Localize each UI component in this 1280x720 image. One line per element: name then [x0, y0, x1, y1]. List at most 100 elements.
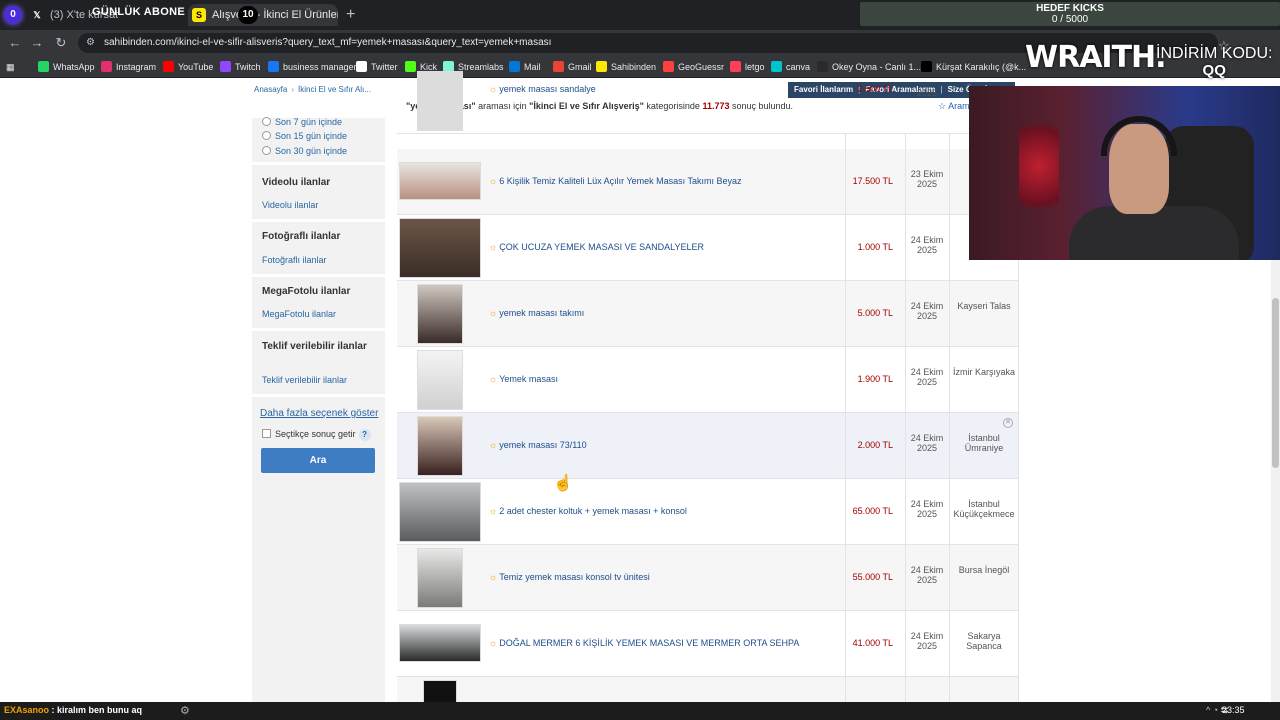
breadcrumb-home[interactable]: Anasayfa: [254, 85, 287, 94]
radio-last-30-days[interactable]: Son 30 gün içinde: [262, 145, 347, 157]
background-decor: [1019, 106, 1059, 226]
listing-title[interactable]: Yemek masası: [489, 374, 558, 384]
listing-date: 24 Ekim 2025: [910, 631, 944, 651]
bookmark-instagram[interactable]: Instagram: [101, 60, 156, 74]
listing-price: 17.500 TL: [852, 176, 893, 186]
listing-title[interactable]: DOĞAL MERMER 6 KİŞİLİK YEMEK MASASI VE M…: [489, 638, 799, 648]
divider: [252, 274, 385, 277]
listing-price: 1.000 TL: [857, 242, 893, 252]
listing-location: Kayseri Talas: [957, 301, 1011, 311]
checkbox-icon: [262, 429, 271, 438]
bookmark-label: YouTube: [178, 62, 214, 72]
help-icon[interactable]: ?: [358, 429, 371, 441]
table-row[interactable]: yemek masası sandalye 2.500 TL 2025 S: [397, 68, 1019, 134]
listing-thumbnail[interactable]: [399, 482, 481, 542]
auto-results-checkbox[interactable]: Seçtikçe sonuç getir?: [262, 429, 371, 441]
bookmark-twitter[interactable]: Twitter: [356, 60, 398, 74]
bookmark-youtube[interactable]: YouTube: [163, 60, 213, 74]
listing-thumbnail[interactable]: [417, 350, 463, 410]
megaphoto-filter-link[interactable]: MegaFotolu ilanlar: [262, 309, 336, 319]
listing-location: İstanbul Küçükçekmece: [953, 499, 1015, 519]
table-row[interactable]: ÇOK UCUZA YEMEK MASASI VE SANDALYELER 1.…: [397, 215, 1019, 281]
table-row[interactable]: 2 adet chester koltuk + yemek masası + k…: [397, 479, 1019, 545]
table-row[interactable]: 6 Kişilik Temiz Kaliteli Lüx Açılır Yeme…: [397, 149, 1019, 215]
listing-title[interactable]: 2 adet chester koltuk + yemek masası + k…: [489, 506, 687, 516]
promo-code-overlay: İNDİRİM KODU: QQ: [1156, 45, 1272, 79]
megaphoto-filter-heading: MegaFotolu ilanlar: [262, 286, 351, 297]
bookmark-label: Twitch: [235, 62, 261, 72]
listing-thumbnail[interactable]: [417, 548, 463, 608]
reload-icon[interactable]: ↻: [52, 34, 70, 52]
goal-title: HEDEF KICKS: [1036, 3, 1104, 14]
listing-thumbnail[interactable]: [399, 162, 481, 200]
headset-icon: [1101, 116, 1177, 156]
listing-price: 2.000 TL: [857, 440, 893, 450]
radio-label: Son 15 gün içinde: [275, 131, 348, 141]
bookmark-favicon-icon: [268, 61, 279, 72]
video-filter-link[interactable]: Videolu ilanlar: [262, 200, 318, 210]
listing-date: 23 Ekim 2025: [910, 169, 944, 189]
listing-date: 24 Ekim 2025: [910, 301, 944, 321]
radio-icon: [262, 131, 271, 140]
url-text: sahibinden.com/ikinci-el-ve-sifir-alisve…: [104, 37, 552, 48]
listing-thumbnail[interactable]: [417, 71, 463, 131]
bookmark-favicon-icon: [220, 61, 231, 72]
listing-table: yemek masası sandalye 2.500 TL 2025 S 6 …: [397, 71, 1019, 707]
alert-counter: 0: [4, 6, 22, 24]
listing-price: 65.000 TL: [852, 506, 893, 516]
bookmark-business-manager[interactable]: business manager: [268, 60, 357, 74]
bookmark-twitch[interactable]: Twitch: [220, 60, 261, 74]
listing-location: İzmir Karşıyaka: [952, 367, 1015, 377]
listing-thumbnail[interactable]: [423, 680, 457, 704]
listing-location: Sakarya Sapanca: [966, 631, 1002, 651]
table-row[interactable]: Yemek masası 1.900 TL 24 Ekim 2025 İzmir…: [397, 347, 1019, 413]
listing-title[interactable]: Temiz yemek masası konsol tv ünitesi: [489, 572, 650, 582]
scroll-thumb[interactable]: [1272, 298, 1279, 468]
sponsor-logo: WRAITH.: [1025, 40, 1167, 75]
listing-title[interactable]: yemek masası 73/110: [489, 440, 586, 450]
chat-overlay: EXAsanoo : kiralım ben bunu aq: [4, 705, 142, 715]
listing-price: 1.900 TL: [857, 374, 893, 384]
listing-thumbnail[interactable]: [399, 624, 481, 662]
listing-date: 24 Ekim 2025: [910, 499, 944, 519]
photo-filter-link[interactable]: Fotoğraflı ilanlar: [262, 255, 327, 265]
table-row[interactable]: yemek masası 73/110 2.000 TL 24 Ekim 202…: [397, 413, 1019, 479]
site-info-icon[interactable]: ⚙: [86, 33, 95, 53]
sub-alert-label: GÜNLÜK ABONE: [92, 6, 186, 18]
tab-sahibinden[interactable]: S Alışveriş - İkinci El Ürünleri: [188, 4, 338, 26]
forward-arrow-icon[interactable]: →: [28, 34, 46, 52]
table-row[interactable]: Temiz yemek masası konsol tv ünitesi 55.…: [397, 545, 1019, 611]
listing-title[interactable]: yemek masası takımı: [489, 308, 584, 318]
search-button[interactable]: Ara: [261, 448, 375, 473]
apps-grid-icon[interactable]: ▦: [6, 60, 15, 74]
divider: [252, 219, 385, 222]
offer-filter-link[interactable]: Teklif verilebilir ilanlar: [262, 375, 347, 385]
bookmark-whatsapp[interactable]: WhatsApp: [38, 60, 95, 74]
listing-date: 24 Ekim 2025: [910, 433, 944, 453]
listing-thumbnail[interactable]: [417, 416, 463, 476]
radio-icon: [262, 117, 271, 126]
breadcrumb-category[interactable]: İkinci El ve Sıfır Alı...: [298, 85, 371, 94]
table-row[interactable]: DOĞAL MERMER 6 KİŞİLİK YEMEK MASASI VE M…: [397, 611, 1019, 677]
more-options-link[interactable]: Daha fazla seçenek göster: [260, 408, 378, 419]
radio-last-15-days[interactable]: Son 15 gün içinde: [262, 130, 347, 142]
listing-date: 2025: [916, 88, 938, 98]
checkbox-label: Seçtikçe sonuç getir: [275, 429, 356, 439]
listing-thumbnail[interactable]: [417, 284, 463, 344]
listing-title[interactable]: ÇOK UCUZA YEMEK MASASI VE SANDALYELER: [489, 242, 704, 252]
breadcrumb: Anasayfa › İkinci El ve Sıfır Alı...: [254, 85, 371, 94]
listing-thumbnail[interactable]: [399, 218, 481, 278]
bookmark-favicon-icon: [356, 61, 367, 72]
back-arrow-icon[interactable]: ←: [6, 34, 24, 52]
x-icon: 𝕏: [33, 10, 41, 21]
close-icon[interactable]: ✕: [1003, 418, 1013, 428]
divider: [252, 394, 385, 397]
listing-price: 41.000 TL: [852, 638, 893, 648]
settings-icon[interactable]: ⚙: [180, 704, 190, 717]
new-tab-button[interactable]: +: [346, 4, 355, 26]
table-row[interactable]: yemek masası takımı 5.000 TL 24 Ekim 202…: [397, 281, 1019, 347]
divider: [252, 162, 385, 165]
radio-last-7-days[interactable]: Son 7 gün içinde: [262, 116, 342, 128]
listing-title[interactable]: yemek masası sandalye: [489, 84, 596, 94]
listing-title[interactable]: 6 Kişilik Temiz Kaliteli Lüx Açılır Yeme…: [489, 176, 741, 186]
